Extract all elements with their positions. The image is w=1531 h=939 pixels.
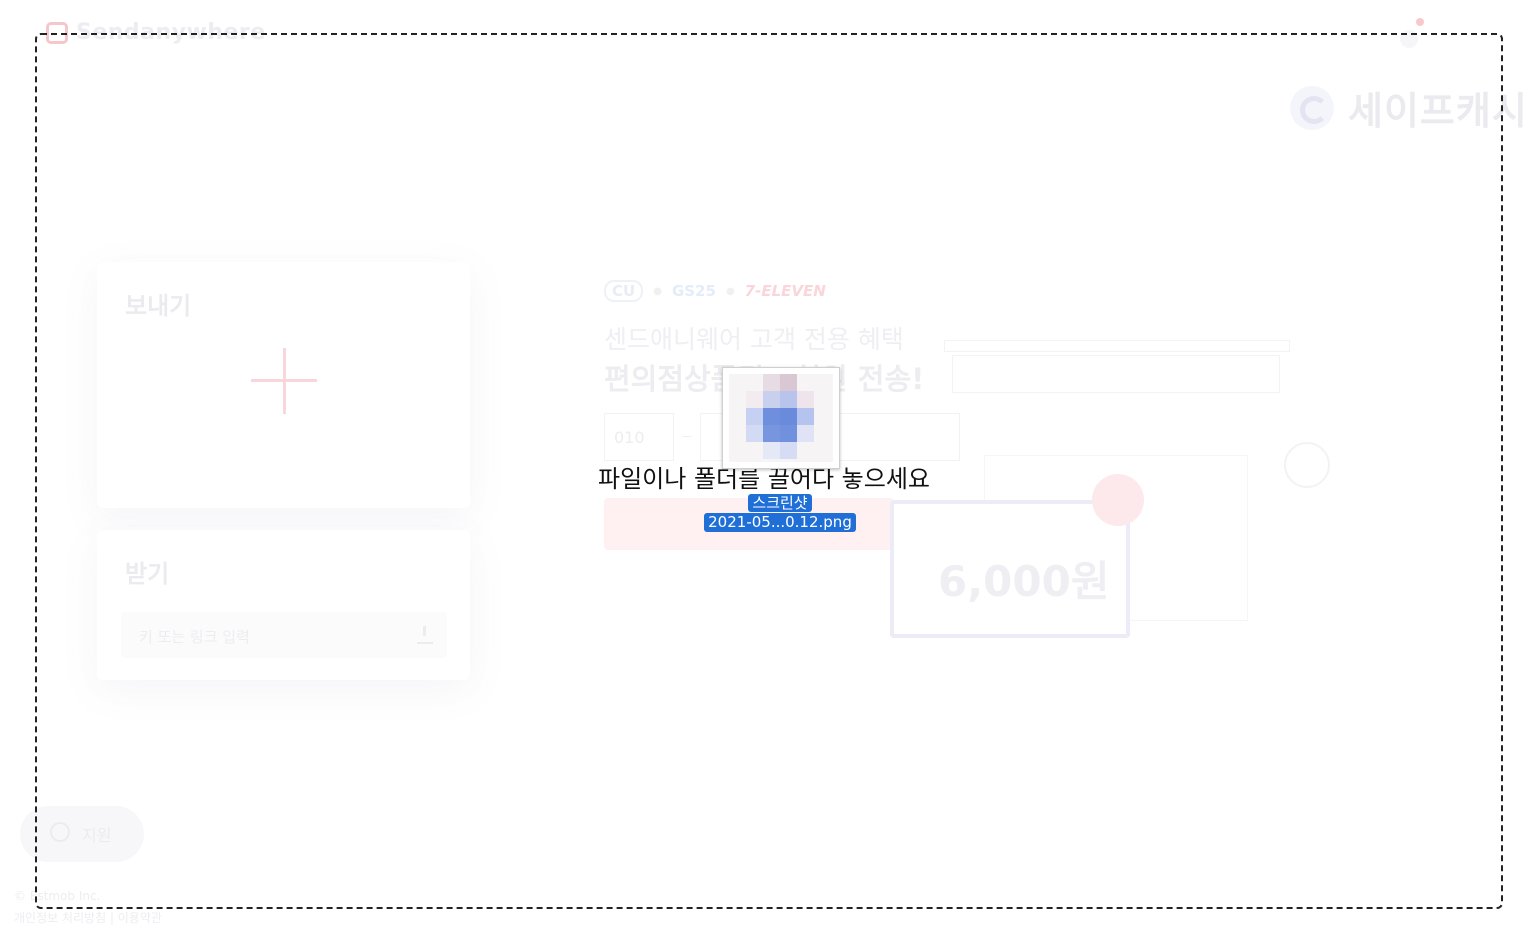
page: Sendanywhere 세이프캐시 보내기 받기 키 또는 링크 입력 CU …: [0, 0, 1531, 939]
dragged-file-thumbnail[interactable]: [722, 367, 840, 469]
notification-dot-icon: [1416, 18, 1424, 26]
footer-links[interactable]: 개인정보 처리방침 | 이용약관: [14, 907, 162, 929]
file-label-line1: 스크린샷: [748, 494, 812, 512]
file-label-line2: 2021-05...0.12.png: [704, 513, 856, 532]
file-preview-image: [729, 374, 833, 462]
dragged-file-label: 스크린샷 2021-05...0.12.png: [704, 493, 856, 532]
